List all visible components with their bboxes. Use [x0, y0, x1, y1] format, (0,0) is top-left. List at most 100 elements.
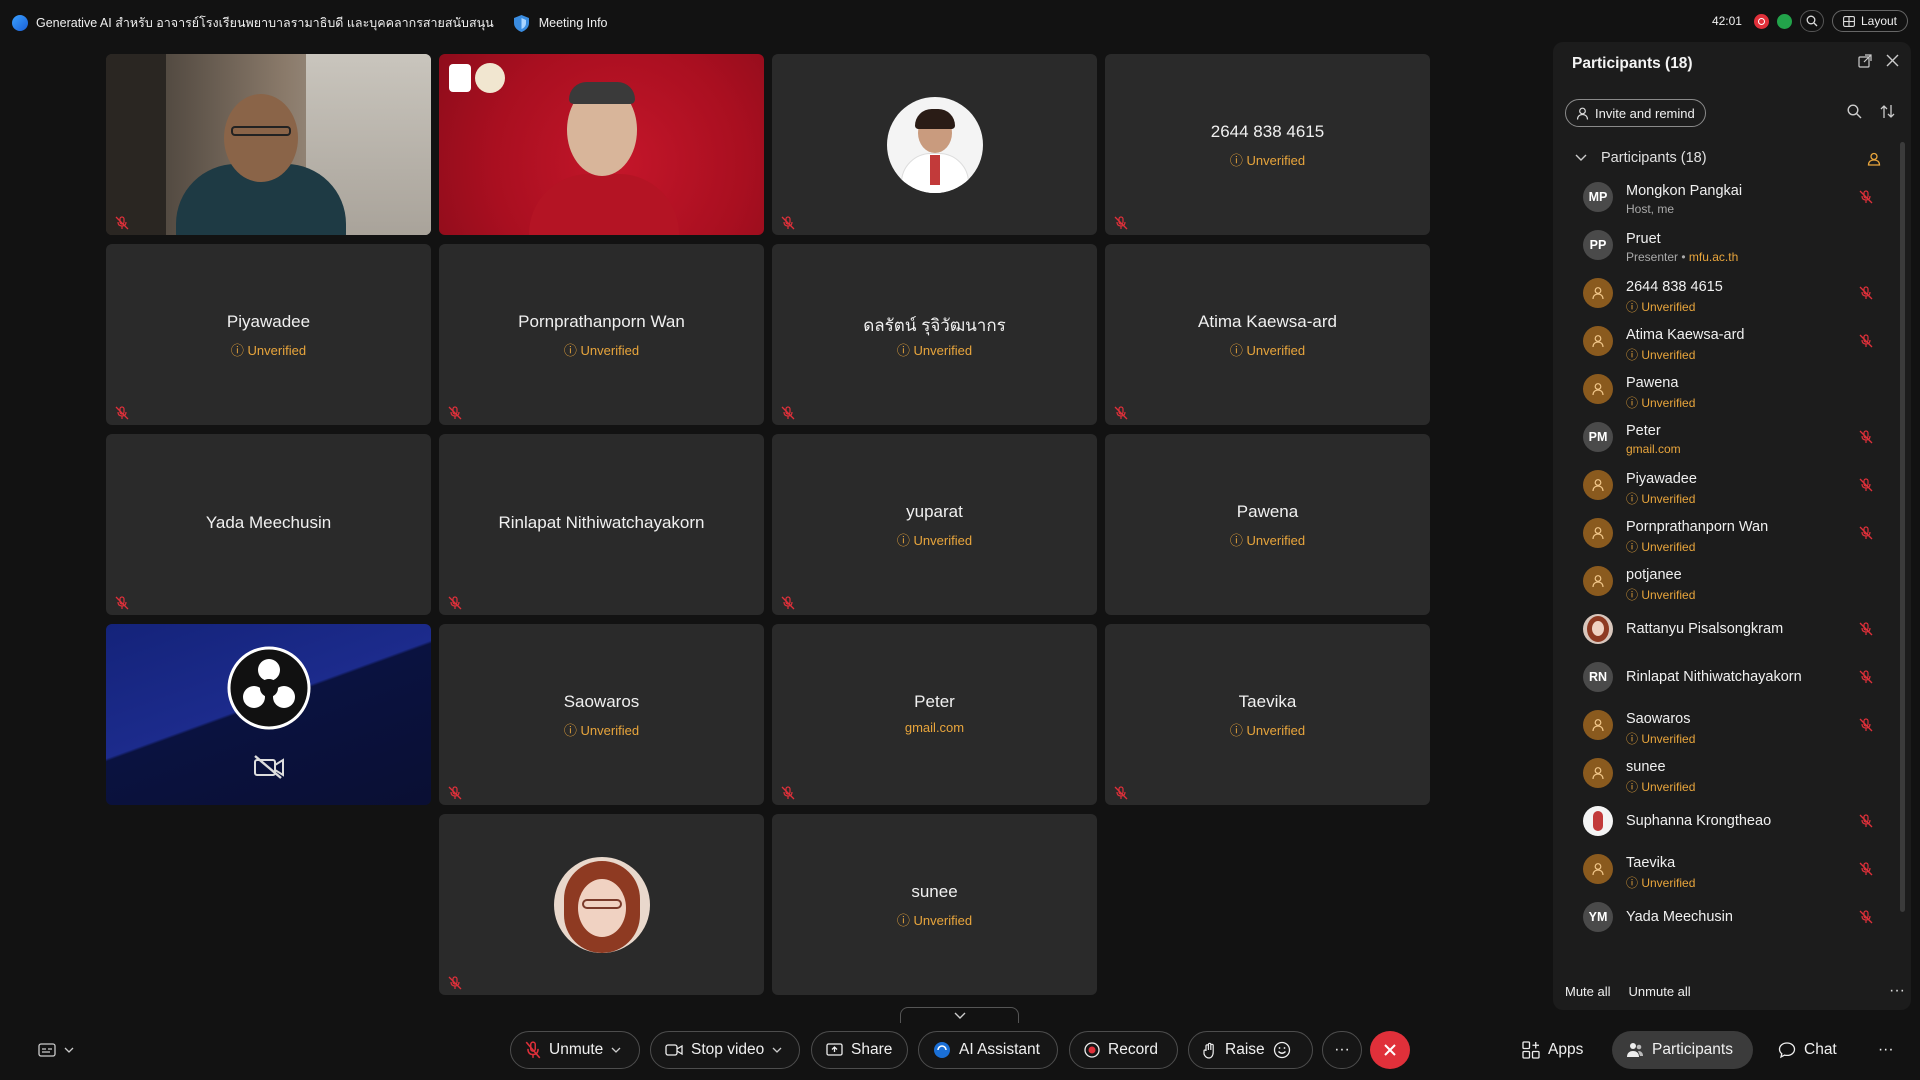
muted-mic-icon[interactable]	[1859, 334, 1873, 348]
muted-mic-icon[interactable]	[1859, 430, 1873, 444]
muted-mic-icon[interactable]	[1859, 286, 1873, 300]
video-tile-participant-3[interactable]	[772, 54, 1097, 235]
muted-mic-icon	[115, 596, 129, 610]
video-tile-participant-12[interactable]: Pawena ⓘ Unverified	[1105, 434, 1430, 615]
participant-row[interactable]: Saowaros ⓘ Unverified	[1553, 700, 1903, 748]
muted-mic-icon[interactable]	[1859, 478, 1873, 492]
expand-grid-button[interactable]	[900, 1007, 1019, 1023]
video-tile-participant-9[interactable]: Yada Meechusin	[106, 434, 431, 615]
participant-row[interactable]: Suphanna Krongtheao	[1553, 796, 1903, 844]
unmute-all-button[interactable]: Unmute all	[1629, 984, 1691, 999]
video-tile-participant-17[interactable]	[439, 814, 764, 995]
record-button[interactable]: Record	[1069, 1031, 1178, 1069]
participant-row[interactable]: PP Pruet Presenter • mfu.ac.th	[1553, 220, 1903, 268]
video-tile-participant-8[interactable]: Atima Kaewsa-ard ⓘ Unverified	[1105, 244, 1430, 425]
mute-all-button[interactable]: Mute all	[1565, 984, 1611, 999]
captions-button[interactable]	[28, 1031, 84, 1069]
ai-assistant-button[interactable]: AI Assistant	[918, 1031, 1058, 1069]
zoom-button[interactable]	[1799, 10, 1824, 32]
apps-button[interactable]: Apps	[1512, 1031, 1593, 1069]
avatar	[1583, 806, 1613, 836]
participant-row[interactable]: Piyawadee ⓘ Unverified	[1553, 460, 1903, 508]
participants-group-header[interactable]: Participants (18)	[1575, 150, 1707, 166]
meeting-info-button[interactable]: Meeting Info	[513, 14, 608, 32]
host-controls-icon[interactable]	[1867, 152, 1881, 166]
video-tile-participant-7[interactable]: ดลรัตน์ รุจิวัฒนากร ⓘ Unverified	[772, 244, 1097, 425]
pop-out-icon[interactable]	[1858, 54, 1872, 68]
muted-mic-icon	[1114, 786, 1128, 800]
video-tile-participant-16[interactable]: Taevika ⓘ Unverified	[1105, 624, 1430, 805]
muted-mic-icon[interactable]	[1859, 190, 1873, 204]
avatar: RN	[1583, 662, 1613, 692]
participant-row[interactable]: Atima Kaewsa-ard ⓘ Unverified	[1553, 316, 1903, 364]
participant-row[interactable]: Pawena ⓘ Unverified	[1553, 364, 1903, 412]
participant-name: Yada Meechusin	[1626, 909, 1733, 925]
top-bar: Generative AI สำหรับ อาจารย์โรงเรียนพยาบ…	[0, 0, 1920, 46]
participant-role: Presenter • mfu.ac.th	[1626, 250, 1739, 264]
invite-and-remind-button[interactable]: Invite and remind	[1565, 99, 1706, 127]
avatar: PM	[1583, 422, 1613, 452]
stop-video-button[interactable]: Stop video	[650, 1031, 800, 1069]
participant-name: Rattanyu Pisalsongkram	[1626, 621, 1784, 637]
muted-mic-icon[interactable]	[1859, 670, 1873, 684]
chat-button[interactable]: Chat	[1768, 1031, 1847, 1069]
muted-mic-icon[interactable]	[1859, 526, 1873, 540]
video-tile-participant-15[interactable]: Peter gmail.com	[772, 624, 1097, 805]
video-tile-participant-13[interactable]	[106, 624, 431, 805]
participant-list-scrollbar[interactable]	[1900, 142, 1905, 912]
participant-name: sunee	[1626, 759, 1666, 775]
video-tile-participant-2[interactable]	[439, 54, 764, 235]
participant-status: ⓘ Unverified	[1626, 732, 1696, 746]
chevron-down-icon	[1575, 154, 1587, 161]
avatar: PP	[1583, 230, 1613, 260]
recording-indicator-icon[interactable]	[1753, 13, 1769, 29]
muted-mic-icon[interactable]	[1859, 910, 1873, 924]
muted-mic-icon[interactable]	[1859, 718, 1873, 732]
tile-status: ⓘ Unverified	[563, 343, 640, 358]
video-tile-participant-18[interactable]: sunee ⓘ Unverified	[772, 814, 1097, 995]
participant-row[interactable]: 2644 838 4615 ⓘ Unverified	[1553, 268, 1903, 316]
share-label: Share	[851, 1041, 893, 1058]
overflow-menu-button[interactable]: ···	[1868, 1031, 1904, 1069]
video-tile-participant-10[interactable]: Rinlapat Nithiwatchayakorn	[439, 434, 764, 615]
participant-row[interactable]: Taevika ⓘ Unverified	[1553, 844, 1903, 892]
guest-avatar-icon	[1583, 566, 1613, 596]
muted-mic-icon[interactable]	[1859, 862, 1873, 876]
layout-button[interactable]: Layout	[1831, 10, 1908, 32]
video-tile-participant-11[interactable]: yuparat ⓘ Unverified	[772, 434, 1097, 615]
participant-row[interactable]: potjanee ⓘ Unverified	[1553, 556, 1903, 604]
participant-name: Rinlapat Nithiwatchayakorn	[1626, 669, 1802, 685]
more-options-button[interactable]: ···	[1322, 1031, 1362, 1069]
share-button[interactable]: Share	[811, 1031, 908, 1069]
guest-avatar-icon	[1583, 518, 1613, 548]
muted-mic-icon	[448, 786, 462, 800]
layout-label: Layout	[1860, 14, 1897, 28]
video-tile-participant-4[interactable]: 2644 838 4615 ⓘ Unverified	[1105, 54, 1430, 235]
meeting-info-label: Meeting Info	[538, 16, 608, 30]
video-tile-participant-5[interactable]: Piyawadee ⓘ Unverified	[106, 244, 431, 425]
participant-row[interactable]: sunee ⓘ Unverified	[1553, 748, 1903, 796]
close-icon[interactable]	[1886, 54, 1899, 67]
video-tile-participant-1[interactable]	[106, 54, 431, 235]
muted-mic-icon[interactable]	[1859, 814, 1873, 828]
muted-mic-icon[interactable]	[1859, 622, 1873, 636]
unmute-button[interactable]: Unmute	[510, 1031, 640, 1069]
connection-status-icon[interactable]	[1776, 13, 1792, 29]
participant-row[interactable]: Rattanyu Pisalsongkram	[1553, 604, 1903, 652]
muted-mic-icon	[781, 596, 795, 610]
sort-icon[interactable]	[1880, 104, 1895, 119]
panel-more-button[interactable]: ···	[1889, 982, 1905, 1000]
participants-button[interactable]: Participants	[1612, 1031, 1753, 1069]
participant-status: ⓘ Unverified	[1626, 396, 1696, 410]
video-tile-participant-6[interactable]: Pornprathanporn Wan ⓘ Unverified	[439, 244, 764, 425]
participant-row[interactable]: MP Mongkon Pangkai Host, me	[1553, 172, 1903, 220]
participant-row[interactable]: YM Yada Meechusin	[1553, 892, 1903, 940]
search-icon[interactable]	[1847, 104, 1862, 119]
participant-row[interactable]: Pornprathanporn Wan ⓘ Unverified	[1553, 508, 1903, 556]
leave-meeting-button[interactable]	[1370, 1031, 1410, 1069]
participant-row[interactable]: PM Peter gmail.com	[1553, 412, 1903, 460]
raise-hand-button[interactable]: Raise	[1188, 1031, 1313, 1069]
video-tile-participant-14[interactable]: Saowaros ⓘ Unverified	[439, 624, 764, 805]
meeting-timer: 42:01	[1711, 14, 1742, 28]
participant-row[interactable]: RN Rinlapat Nithiwatchayakorn	[1553, 652, 1903, 700]
